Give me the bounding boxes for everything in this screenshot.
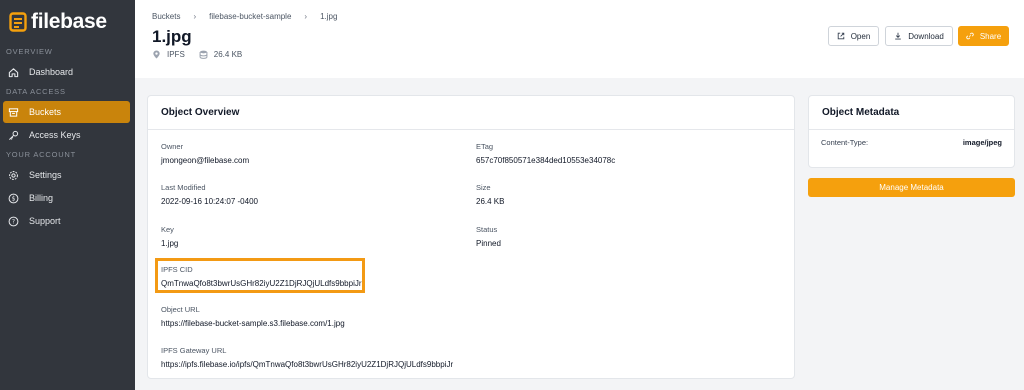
breadcrumb-item-buckets[interactable]: Buckets [152,12,180,21]
field-label: Last Modified [161,183,206,192]
object-summary: IPFS 26.4 KB [152,50,242,59]
page-header: Buckets › filebase-bucket-sample › 1.jpg… [135,0,1024,78]
section-label-your-account: YOUR ACCOUNT [6,150,77,159]
field-size: Size 26.4 KB [476,183,504,206]
share-button[interactable]: Share [958,26,1009,46]
open-button-label: Open [850,31,871,41]
sidebar-item-access-keys[interactable]: Access Keys [3,124,130,146]
sidebar-item-label: Buckets [29,107,62,117]
storage-type: IPFS [167,50,185,59]
field-owner: Owner jmongeon@filebase.com [161,142,249,165]
object-overview-title: Object Overview [148,96,794,130]
field-value: 1.jpg [161,239,179,248]
brand-logo[interactable]: filebase [0,0,135,44]
object-metadata-title: Object Metadata [809,96,1014,130]
sidebar: filebase OVERVIEW Dashboard DATA ACCESS … [0,0,135,390]
sidebar-item-settings[interactable]: Settings [3,164,130,186]
chevron-right-icon: › [193,12,197,21]
field-status: Status Pinned [476,225,501,248]
bucket-icon [8,107,19,118]
field-label: Owner [161,142,184,151]
sidebar-item-buckets[interactable]: Buckets [3,101,130,123]
dollar-icon: $ [8,193,19,204]
field-label: Key [161,225,174,234]
metadata-value: image/jpeg [962,138,1002,147]
field-label: ETag [476,142,494,151]
breadcrumb: Buckets › filebase-bucket-sample › 1.jpg [152,12,337,21]
sidebar-item-label: Billing [29,193,54,203]
external-link-icon [837,32,844,40]
download-button-label: Download [908,31,944,41]
section-label-data-access: DATA ACCESS [6,87,66,96]
field-ipfs-gateway-url: IPFS Gateway URL https://ipfs.filebase.i… [161,346,453,369]
field-value: 26.4 KB [476,197,505,206]
download-icon [895,32,902,40]
filebase-logo-icon [9,12,27,32]
location-pin-icon [152,50,161,59]
manage-metadata-label: Manage Metadata [879,183,944,192]
field-label: IPFS Gateway URL [161,346,227,355]
share-button-label: Share [979,31,1002,41]
breadcrumb-item-bucket[interactable]: filebase-bucket-sample [209,12,291,21]
field-etag: ETag 657c70f850571e384ded10553e34078c [476,142,615,165]
download-button[interactable]: Download [885,26,953,46]
open-button[interactable]: Open [828,26,879,46]
section-label-overview: OVERVIEW [6,47,53,56]
sidebar-item-label: Access Keys [29,130,81,140]
field-value[interactable]: https://filebase-bucket-sample.s3.fileba… [161,319,345,328]
sidebar-item-support[interactable]: ? Support [3,210,130,232]
object-overview-card: Object Overview Owner jmongeon@filebase.… [147,95,795,379]
field-label: Status [476,225,498,234]
sidebar-item-label: Support [29,216,61,226]
database-icon [199,50,208,59]
field-last-modified: Last Modified 2022-09-16 10:24:07 -0400 [161,183,258,206]
svg-text:?: ? [12,218,15,225]
sidebar-item-label: Settings [29,170,62,180]
gear-icon [8,170,19,181]
field-value[interactable]: https://ipfs.filebase.io/ipfs/QmTnwaQfo8… [161,360,453,369]
field-object-url: Object URL https://filebase-bucket-sampl… [161,305,345,328]
metadata-key: Content-Type: [821,138,869,147]
help-icon: ? [8,216,19,227]
manage-metadata-button[interactable]: Manage Metadata [808,178,1015,197]
chevron-right-icon: › [304,12,308,21]
brand-name: filebase [31,10,107,33]
field-value: jmongeon@filebase.com [161,156,250,165]
field-label: Size [476,183,491,192]
svg-text:$: $ [12,195,16,202]
home-icon [8,67,19,78]
key-icon [8,130,19,141]
field-value: 2022-09-16 10:24:07 -0400 [161,197,258,206]
breadcrumb-item-object: 1.jpg [320,12,338,21]
metadata-row: Content-Type: image/jpeg [821,138,1002,147]
field-label: Object URL [161,305,200,314]
object-size: 26.4 KB [213,50,243,59]
link-icon [966,32,974,40]
page-title: 1.jpg [152,27,192,46]
field-value: Pinned [476,239,501,248]
object-metadata-card: Object Metadata Content-Type: image/jpeg [808,95,1015,168]
field-key: Key 1.jpg [161,225,178,248]
sidebar-item-dashboard[interactable]: Dashboard [3,61,130,83]
sidebar-item-label: Dashboard [29,67,74,77]
ipfs-cid-highlight [155,258,365,293]
field-value: 657c70f850571e384ded10553e34078c [476,156,616,165]
sidebar-item-billing[interactable]: $ Billing [3,187,130,209]
